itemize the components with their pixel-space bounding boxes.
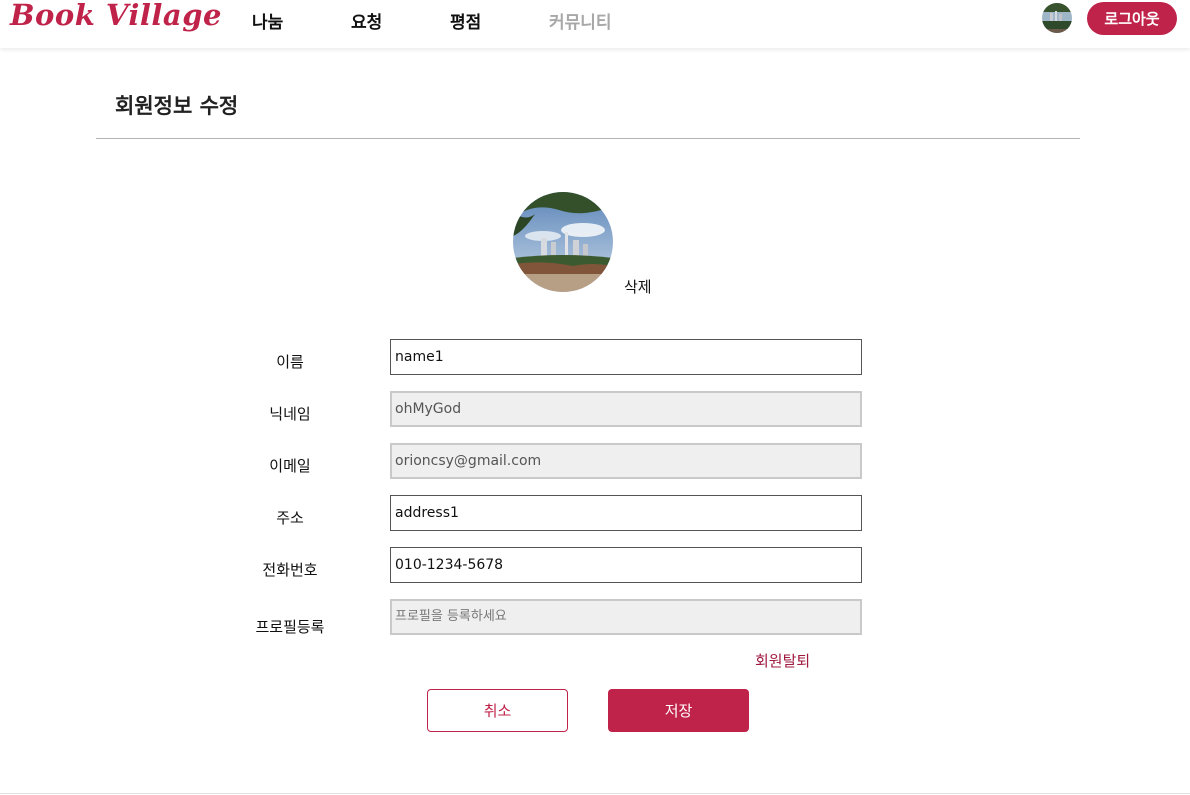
address-label: 주소 (276, 509, 304, 527)
phone-field[interactable]: 010-1234-5678 (390, 547, 862, 583)
withdraw-membership-link[interactable]: 회원탈퇴 (755, 650, 810, 671)
user-avatar-icon[interactable] (1042, 3, 1072, 33)
nav-item-sharing[interactable]: 나눔 (252, 8, 283, 33)
profile-photo[interactable] (513, 192, 613, 292)
title-divider (96, 138, 1080, 139)
address-field[interactable]: address1 (390, 495, 862, 531)
email-label: 이메일 (269, 457, 311, 475)
phone-label: 전화번호 (262, 561, 318, 579)
top-header: Book Village 나눔 요청 평점 커뮤니티 로그아웃 (0, 0, 1190, 48)
profile-upload-label: 프로필등록 (255, 618, 325, 636)
nav-item-community[interactable]: 커뮤니티 (549, 8, 612, 33)
delete-photo-link[interactable]: 삭제 (624, 276, 652, 297)
name-field[interactable]: name1 (390, 339, 862, 375)
page-title: 회원정보 수정 (115, 94, 239, 118)
save-button[interactable]: 저장 (608, 689, 749, 732)
nickname-label: 닉네임 (269, 405, 311, 423)
footer-divider (0, 793, 1190, 794)
nav-item-rating[interactable]: 평점 (450, 8, 481, 33)
nickname-field[interactable]: ohMyGod (390, 391, 862, 427)
site-logo[interactable]: Book Village (10, 0, 222, 32)
nav-item-request[interactable]: 요청 (351, 8, 382, 33)
logout-button[interactable]: 로그아웃 (1087, 2, 1177, 35)
name-label: 이름 (276, 353, 304, 371)
profile-upload-field[interactable]: 프로필을 등록하세요 (390, 599, 862, 635)
email-field[interactable]: orioncsy@gmail.com (390, 443, 862, 479)
cancel-button[interactable]: 취소 (427, 689, 568, 732)
